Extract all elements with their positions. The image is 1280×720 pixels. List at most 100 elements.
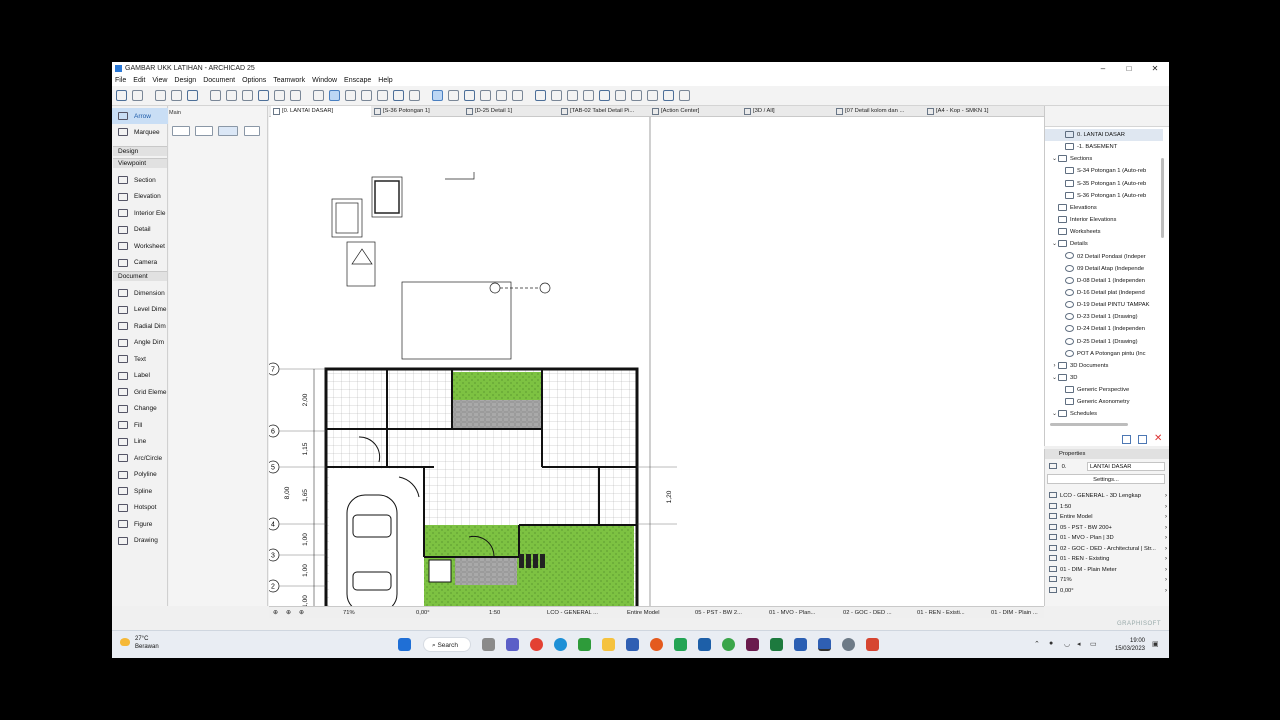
view-tab[interactable]: [07 Detail kolom dan ...	[834, 106, 923, 117]
tool-worksheet[interactable]: Worksheet	[112, 238, 168, 254]
tool-text[interactable]: Text	[112, 351, 168, 367]
elevate-icon[interactable]	[512, 90, 523, 101]
view-tab[interactable]: [0. LANTAI DASAR]	[271, 106, 371, 117]
clone-view-icon[interactable]	[1138, 435, 1147, 444]
zoom-readout[interactable]: 71%	[343, 607, 355, 619]
tool-polyline[interactable]: Polyline	[112, 467, 168, 483]
rotate-icon[interactable]	[480, 90, 491, 101]
navigator-item[interactable]: 09 Detail Atap (Independe	[1045, 263, 1163, 275]
intersect-icon[interactable]	[583, 90, 594, 101]
delete-icon[interactable]: ✕	[1154, 433, 1162, 444]
property-row[interactable]: 1:50 ›	[1045, 502, 1169, 512]
drawing-canvas[interactable]: 7654321 2,001,250,752,001,003,0010,002,0…	[269, 117, 1044, 606]
new-view-icon[interactable]	[1122, 435, 1131, 444]
weather-widget[interactable]: 27°C Berawan	[120, 635, 159, 651]
view-tab[interactable]: [A4 - Kop - SMKN 1]	[925, 106, 1015, 117]
menu-edit[interactable]: Edit	[133, 75, 145, 86]
selection-method-control[interactable]	[195, 126, 213, 136]
render-icon[interactable]	[631, 90, 642, 101]
app-icon-green-3[interactable]	[722, 638, 735, 651]
menu-enscape[interactable]: Enscape	[344, 75, 371, 86]
tool-section[interactable]: Section	[112, 172, 168, 188]
snap-icon[interactable]	[210, 90, 221, 101]
settings-icon[interactable]	[615, 90, 626, 101]
navigator-item[interactable]: 02 Detail Pondasi (Indeper	[1045, 251, 1163, 263]
navigator-item[interactable]: 0. LANTAI DASAR	[1045, 129, 1163, 141]
volume-icon[interactable]: ◂	[1077, 640, 1081, 648]
group-icon[interactable]	[361, 90, 372, 101]
guide-line-icon[interactable]	[226, 90, 237, 101]
property-row[interactable]: 01 - REN - Existing ›	[1045, 554, 1169, 564]
dimension-standard-control[interactable]: 01 - DIM - Plain ...	[991, 607, 1038, 619]
navigator-item[interactable]: S-36 Potongan 1 (Auto-reb	[1045, 190, 1163, 202]
tool-dimension[interactable]: Dimension	[112, 285, 168, 301]
undo-icon[interactable]	[116, 90, 127, 101]
align-icon[interactable]	[409, 90, 420, 101]
property-row[interactable]: 01 - MVO - Plan | 3D ›	[1045, 533, 1169, 543]
navigator-item[interactable]: -1. BASEMENT	[1045, 141, 1163, 153]
navigator-item[interactable]: Elevations	[1045, 202, 1163, 214]
edge-icon[interactable]	[554, 638, 567, 651]
suspend-groups-icon[interactable]	[313, 90, 324, 101]
word-icon[interactable]	[794, 638, 807, 651]
toolbox-section-document[interactable]: Document	[113, 271, 167, 281]
angle-readout[interactable]: 0,00°	[416, 607, 430, 619]
app-icon-red[interactable]	[866, 638, 879, 651]
story-name-field[interactable]: LANTAI DASAR	[1087, 462, 1165, 471]
taskbar-search[interactable]: ⌕ Search	[423, 637, 471, 652]
menu-design[interactable]: Design	[174, 75, 196, 86]
navigator-item[interactable]: D-08 Detail 1 (Independen	[1045, 275, 1163, 287]
toolbox-section-design[interactable]: Design	[113, 146, 167, 156]
fillet-icon[interactable]	[599, 90, 610, 101]
tool-level-dimension[interactable]: Level Dime	[112, 302, 168, 318]
zoom-in-icon[interactable]: ⊕	[286, 607, 291, 619]
property-row[interactable]: Entire Model ›	[1045, 512, 1169, 522]
tool-arc-circle[interactable]: Arc/Circle	[112, 450, 168, 466]
tool-spline[interactable]: Spline	[112, 483, 168, 499]
excel-icon[interactable]	[770, 638, 783, 651]
split-icon[interactable]	[551, 90, 562, 101]
file-explorer-icon[interactable]	[602, 638, 615, 651]
menu-view[interactable]: View	[152, 75, 167, 86]
distribute-icon[interactable]	[432, 90, 443, 101]
close-button[interactable]: ✕	[1142, 62, 1168, 75]
wifi-icon[interactable]: ◡	[1064, 640, 1070, 648]
trace-icon[interactable]	[290, 90, 301, 101]
marquee-icon[interactable]	[329, 90, 340, 101]
geometry-method-control[interactable]	[172, 126, 190, 136]
app-icon-orange[interactable]	[650, 638, 663, 651]
navigator-item[interactable]: ⌄ Schedules	[1045, 408, 1163, 420]
tool-grid-element[interactable]: Grid Eleme	[112, 384, 168, 400]
scale-control[interactable]: 1:50	[489, 607, 500, 619]
tool-hotspot[interactable]: Hotspot	[112, 500, 168, 516]
expand-icon[interactable]: ⌄	[1051, 153, 1058, 165]
mirror-icon[interactable]	[496, 90, 507, 101]
maximize-button[interactable]: □	[1116, 62, 1142, 75]
navigator-item[interactable]: ⌄ Details	[1045, 238, 1163, 250]
view-icon[interactable]	[679, 90, 690, 101]
menu-file[interactable]: File	[115, 75, 126, 86]
property-row[interactable]: LCO - GENERAL - 3D Lengkap ›	[1045, 491, 1169, 501]
tray-chevron-icon[interactable]: ⌃	[1034, 640, 1040, 648]
tool-radial-dimension[interactable]: Radial Dim	[112, 318, 168, 334]
property-row[interactable]: 01 - DIM - Plain Meter ›	[1045, 565, 1169, 575]
pen-set-control[interactable]: 05 - PST - BW 2...	[695, 607, 742, 619]
tool-figure[interactable]: Figure	[112, 516, 168, 532]
menu-teamwork[interactable]: Teamwork	[273, 75, 305, 86]
grid-snap-icon[interactable]	[242, 90, 253, 101]
ungroup-icon[interactable]	[377, 90, 388, 101]
tool-detail[interactable]: Detail	[112, 222, 168, 238]
tool-fill[interactable]: Fill	[112, 417, 168, 433]
app-icon-purple[interactable]	[746, 638, 759, 651]
arrow-option-control[interactable]	[244, 126, 260, 136]
menu-document[interactable]: Document	[203, 75, 235, 86]
microphone-icon[interactable]: ●	[1049, 640, 1053, 647]
tool-interior-elevation[interactable]: Interior Ele	[112, 205, 168, 221]
navigator-item[interactable]: S-34 Potongan 1 (Auto-reb	[1045, 165, 1163, 177]
view-tab[interactable]: [TAB-02 Tabel Detail Pi...	[559, 106, 648, 117]
navigator-horizontal-scrollbar[interactable]	[1050, 423, 1128, 426]
layer-icon[interactable]	[274, 90, 285, 101]
tool-arrow[interactable]: Arrow	[112, 108, 168, 124]
expand-icon[interactable]: ⌄	[1051, 238, 1058, 250]
property-row[interactable]: 02 - GOC - DED - Architectural | Str... ›	[1045, 544, 1169, 554]
